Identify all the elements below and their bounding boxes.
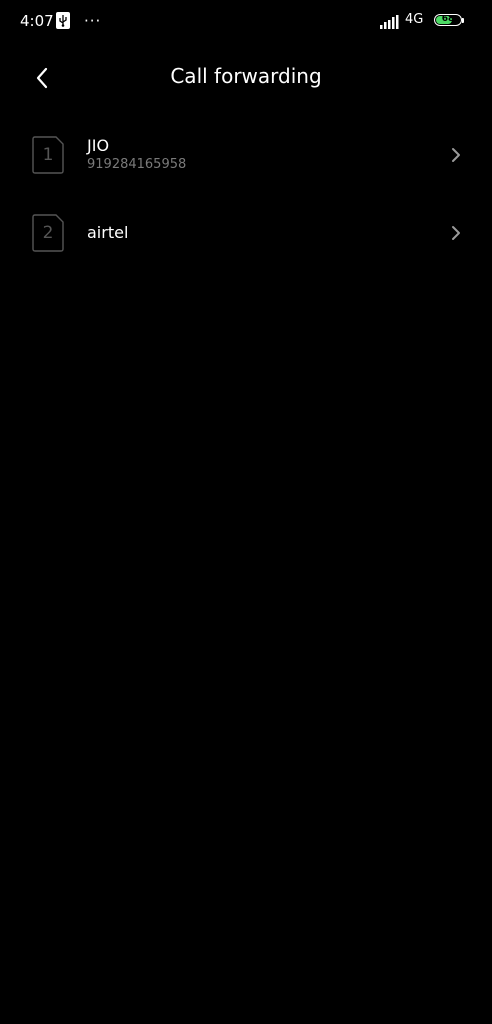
sim-name: JIO: [87, 136, 110, 155]
sim-item-1[interactable]: 1 JIO 919284165958: [0, 116, 492, 194]
chevron-right-icon: [452, 148, 460, 162]
sim-list: 1 JIO 919284165958 2 airtel: [0, 116, 492, 272]
sim-number: 919284165958: [87, 157, 187, 172]
usb-icon: [56, 12, 70, 29]
sim-name: airtel: [87, 223, 129, 242]
battery-tip: [462, 18, 464, 23]
sim-slot-number: 1: [42, 145, 54, 165]
sim-card-icon: 1: [32, 136, 64, 174]
sim-text: airtel: [87, 223, 128, 243]
more-icon: ···: [84, 12, 102, 30]
sim-item-2[interactable]: 2 airtel: [0, 194, 492, 272]
back-button[interactable]: [24, 60, 60, 96]
sim-slot-number: 2: [42, 223, 54, 243]
signal-icon: [380, 14, 400, 29]
status-bar: 4:07 ··· 4G 68: [0, 0, 492, 42]
chevron-right-icon: [452, 226, 460, 240]
sim-card-icon: 2: [32, 214, 64, 252]
status-time: 4:07: [20, 12, 54, 30]
network-type: 4G: [405, 12, 424, 27]
back-arrow-icon: [36, 67, 48, 89]
header: Call forwarding: [0, 50, 492, 106]
sim-text: JIO 919284165958: [87, 136, 186, 174]
battery-level: 68: [441, 14, 455, 24]
page-title: Call forwarding: [170, 64, 322, 88]
battery-icon: 68: [434, 14, 462, 26]
